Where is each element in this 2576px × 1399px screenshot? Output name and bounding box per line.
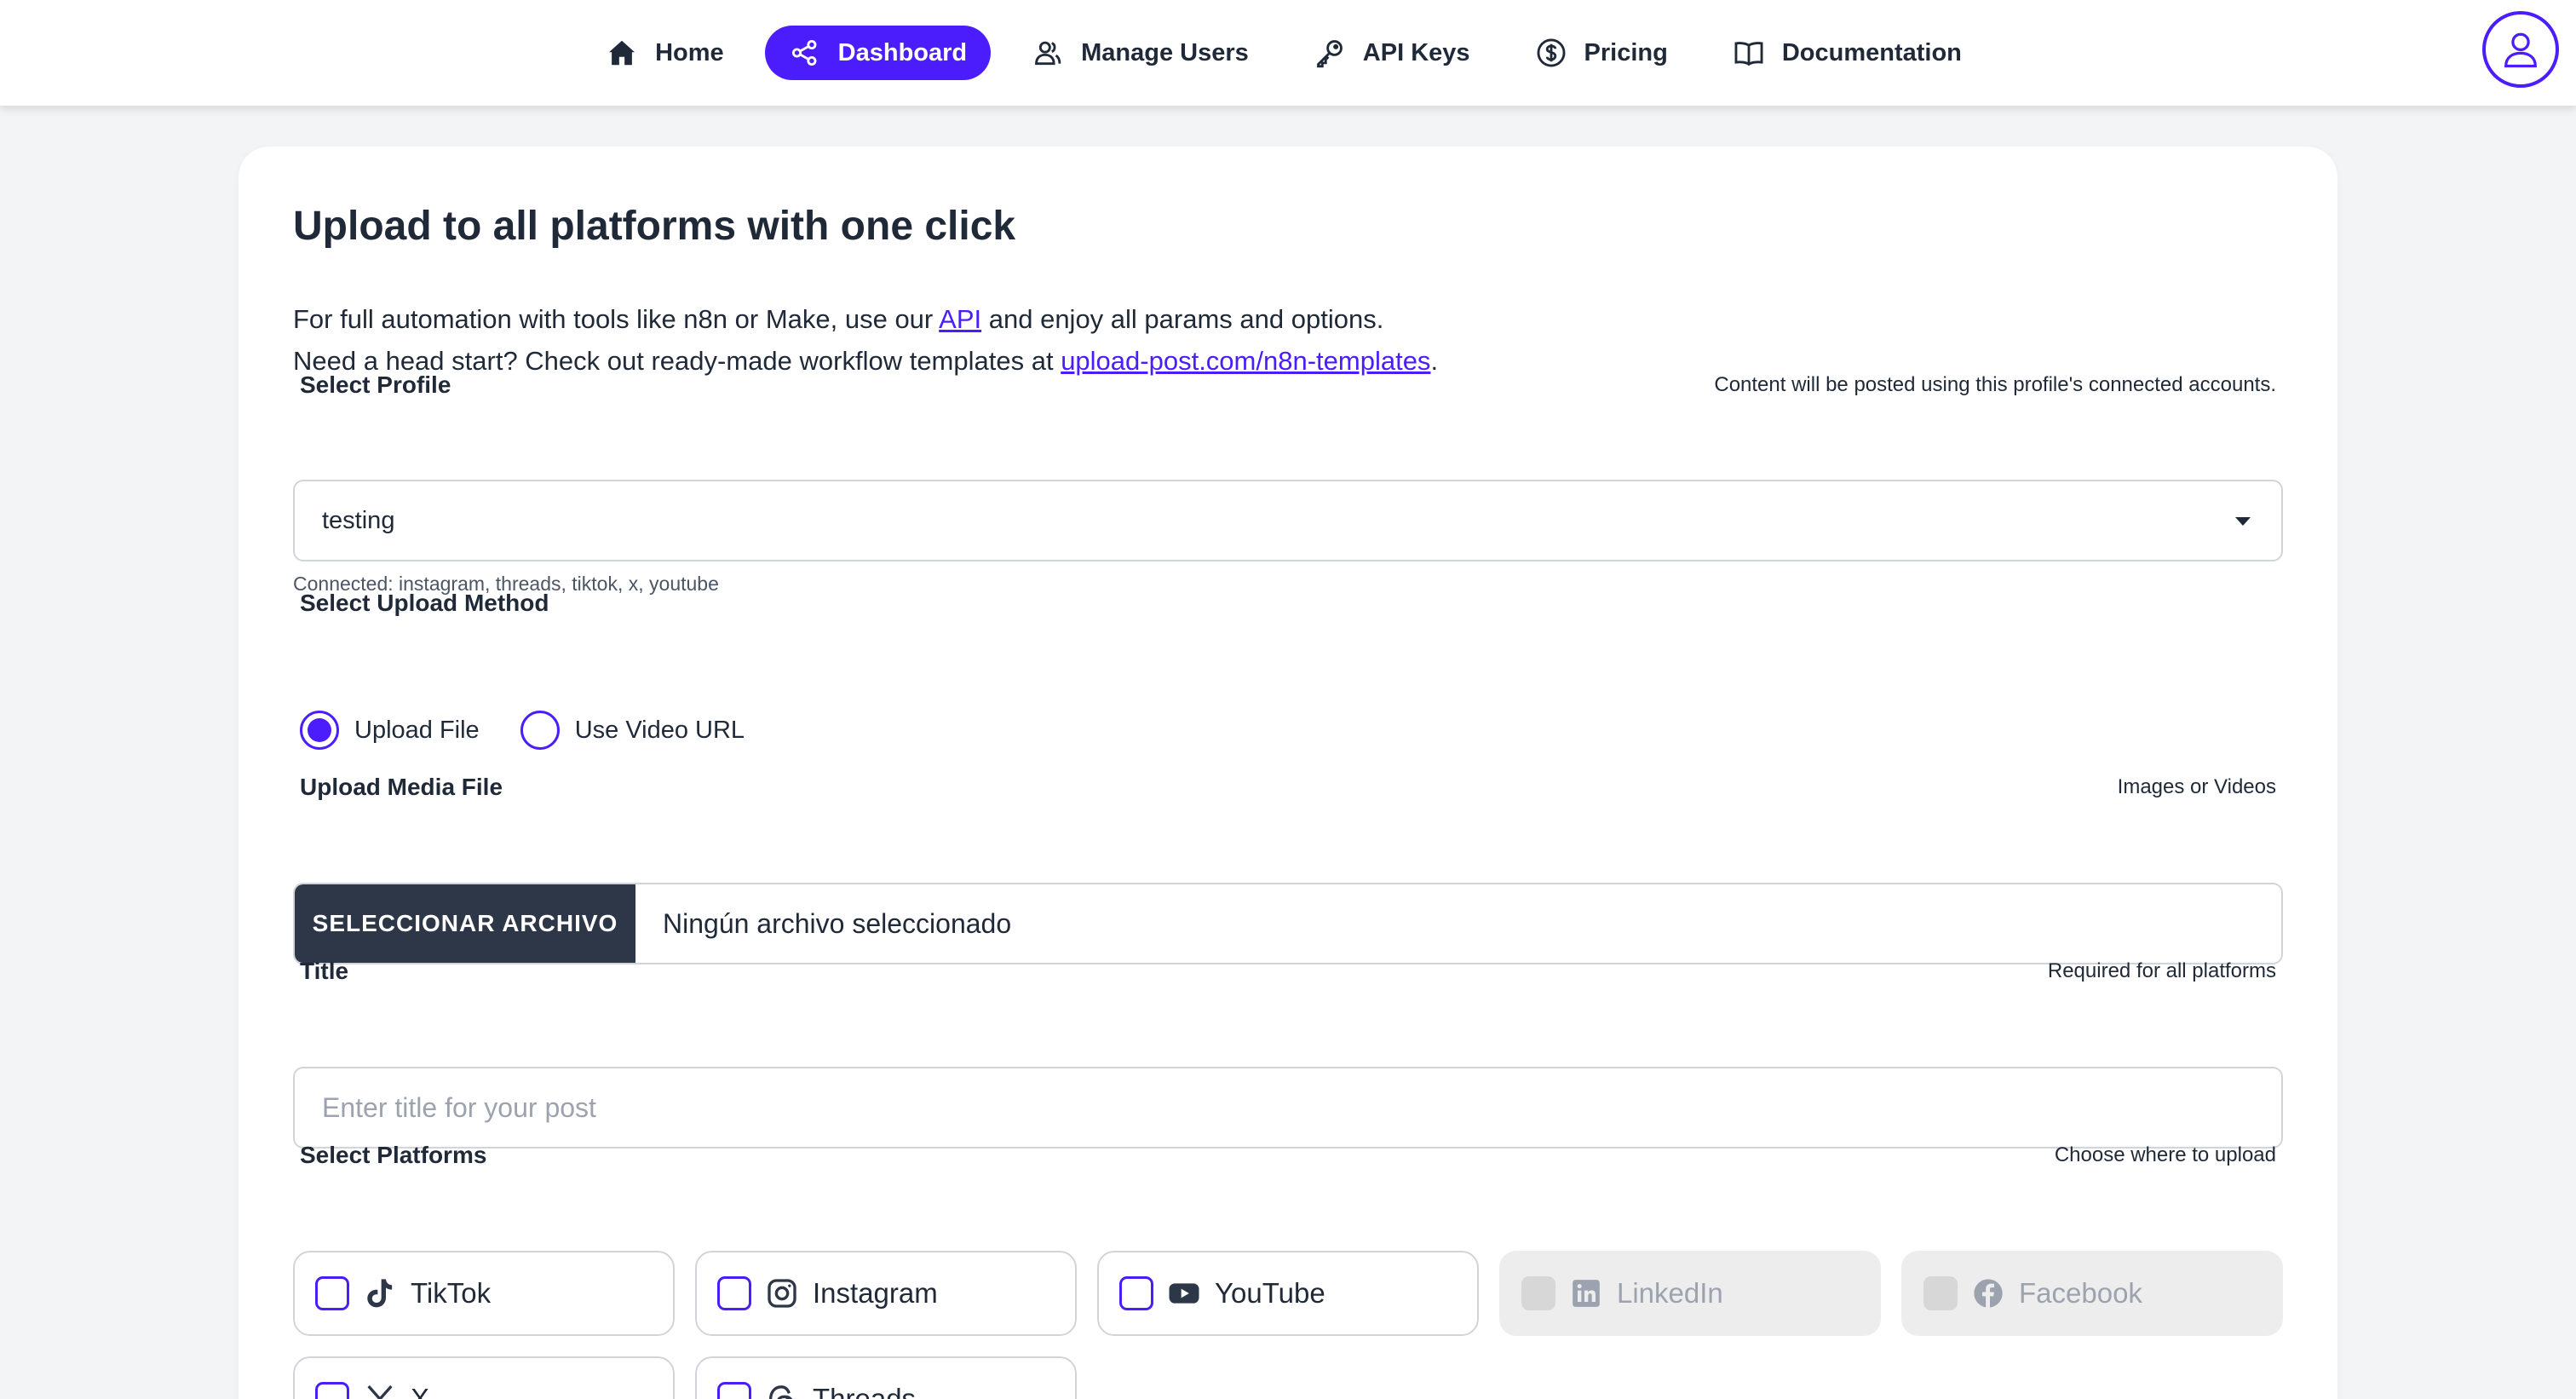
platforms-label: Select Platforms [300,1142,487,1168]
platform-label: TikTok [411,1277,492,1309]
platform-checkbox [1923,1276,1958,1310]
tiktok-icon [367,1279,393,1308]
nav-item-label: Home [655,38,724,66]
platform-label: X [411,1383,430,1399]
platforms-hint: Choose where to upload [2054,1143,2276,1166]
api-link[interactable]: API [939,304,981,334]
radio-button[interactable] [520,711,560,750]
platform-label: Instagram [813,1277,938,1309]
youtube-icon [1169,1283,1199,1304]
threads-icon [768,1385,793,1399]
platform-linkedin: LinkedIn [1499,1251,1881,1336]
nav-item-label: Documentation [1781,38,1962,66]
media-file-input[interactable]: SELECCIONAR ARCHIVO Ningún archivo selec… [293,883,2283,964]
title-label: Title [300,958,349,984]
platform-label: Facebook [2019,1277,2142,1309]
platform-grid: TikTok Instagram YouTube LinkedIn Facebo… [293,1251,2283,1399]
platform-x[interactable]: X [293,1356,675,1399]
profile-hint: Content will be posted using this profil… [1714,373,2276,396]
title-input[interactable] [293,1067,2283,1149]
platform-threads[interactable]: Threads [695,1356,1077,1399]
radio-button[interactable] [300,711,339,750]
nav-item-label: Pricing [1584,38,1668,66]
users-icon [1035,41,1061,66]
platform-checkbox[interactable] [315,1382,349,1399]
share-icon [791,39,817,66]
nav-menu: Home Dashboard Manage Users API Keys Pri… [582,26,1986,80]
platform-facebook: Facebook [1901,1251,2283,1336]
platform-label: LinkedIn [1617,1277,1723,1309]
profile-select[interactable]: testing [293,480,2283,561]
intro-text-segment: and enjoy all params and options. [981,304,1384,334]
radio-upload-file[interactable]: Upload File [300,711,480,750]
radio-selected-dot [308,718,331,742]
platform-checkbox[interactable] [717,1382,751,1399]
user-icon [2504,32,2537,68]
nav-item-pricing[interactable]: Pricing [1511,26,1692,80]
platform-youtube[interactable]: YouTube [1097,1251,1479,1336]
platform-label: Threads [813,1383,917,1399]
title-hint: Required for all platforms [2047,959,2276,982]
page-title: Upload to all platforms with one click [293,204,1016,249]
linkedin-icon [1573,1280,1600,1307]
platform-label: YouTube [1215,1277,1325,1309]
file-status: Ningún archivo seleccionado [663,907,1012,939]
nav-item-manage-users[interactable]: Manage Users [1008,26,1273,80]
key-icon [1316,40,1343,68]
media-label: Upload Media File [300,774,503,800]
platform-checkbox[interactable] [717,1276,751,1310]
intro-text: For full automation with tools like n8n … [293,298,1438,382]
nav-item-label: Dashboard [837,38,968,66]
top-nav: Home Dashboard Manage Users API Keys Pri… [0,0,2576,106]
nav-item-label: API Keys [1362,38,1470,66]
intro-text-segment: . [1430,346,1439,376]
intro-line-2: Need a head start? Check out ready-made … [293,340,1438,382]
intro-line-1: For full automation with tools like n8n … [293,298,1438,340]
nav-item-api-keys[interactable]: API Keys [1290,26,1494,80]
profile-select-value: testing [322,506,395,534]
dollar-icon [1537,38,1565,67]
intro-text-segment: For full automation with tools like n8n … [293,304,940,334]
facebook-icon [1974,1279,2003,1308]
platform-checkbox[interactable] [1119,1276,1153,1310]
platform-checkbox[interactable] [315,1276,349,1310]
choose-file-button[interactable]: SELECCIONAR ARCHIVO [295,884,635,963]
home-icon [609,40,635,66]
radio-video-url[interactable]: Use Video URL [520,711,745,750]
x-icon [367,1385,393,1399]
nav-item-documentation[interactable]: Documentation [1709,26,1986,80]
platform-instagram[interactable]: Instagram [695,1251,1077,1336]
platform-checkbox [1521,1276,1555,1310]
nav-item-label: Manage Users [1081,38,1249,66]
platform-tiktok[interactable]: TikTok [293,1251,675,1336]
radio-label: Upload File [354,716,480,744]
upload-method-group: Upload File Use Video URL [300,711,745,750]
upload-method-label: Select Upload Method [300,590,549,616]
nav-item-home[interactable]: Home [582,26,748,80]
chevron-down-icon [2235,517,2251,526]
nav-item-dashboard[interactable]: Dashboard [764,26,992,80]
avatar[interactable] [2482,11,2559,88]
upload-card: Upload to all platforms with one click F… [239,147,2337,1399]
radio-label: Use Video URL [574,716,745,744]
profile-label: Select Profile [300,371,451,398]
templates-link[interactable]: upload-post.com/n8n-templates [1061,346,1430,376]
instagram-icon [768,1279,796,1308]
media-hint: Images or Videos [2117,775,2276,798]
book-icon [1734,42,1763,66]
